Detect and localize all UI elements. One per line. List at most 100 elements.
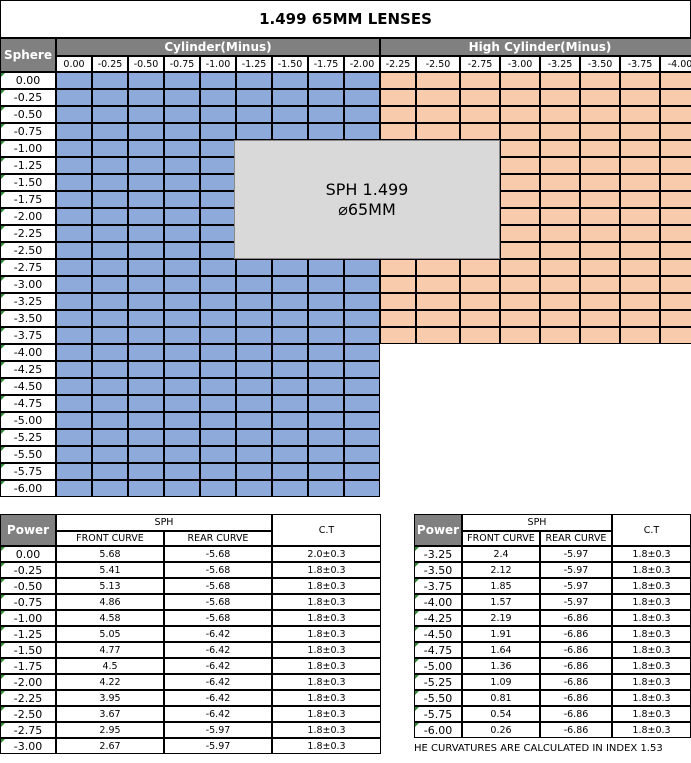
grid-cell: [500, 310, 540, 327]
grid-cell: [236, 446, 272, 463]
power-header: Power: [0, 514, 56, 546]
grid-cell: [128, 395, 164, 412]
grid-cell: [460, 310, 500, 327]
left-ct-cell: 1.8±0.3: [272, 578, 381, 594]
grid-cell: [128, 378, 164, 395]
grid-cell: [344, 463, 380, 480]
right-front-cell: 1.09: [462, 674, 540, 690]
right-front-cell: 1.57: [462, 594, 540, 610]
grid-cell: [56, 480, 92, 497]
grid-cell: [460, 293, 500, 310]
high-cylinder-col-label: -2.50: [416, 56, 460, 72]
grid-cell: [540, 310, 580, 327]
sphere-row-label: -4.75: [0, 395, 56, 412]
grid-cell: [164, 344, 200, 361]
right-ct-cell: 1.8±0.3: [612, 690, 691, 706]
grid-cell: [56, 293, 92, 310]
left-rear-cell: -6.42: [164, 658, 272, 674]
grid-cell: [540, 174, 580, 191]
left-ct-cell: 1.8±0.3: [272, 722, 381, 738]
sphere-row-label: -5.50: [0, 446, 56, 463]
sphere-row-label: -1.00: [0, 140, 56, 157]
grid-cell: [580, 327, 620, 344]
grid-cell: [620, 276, 660, 293]
grid-cell: [236, 429, 272, 446]
grid-cell: [500, 106, 540, 123]
grid-cell: [620, 157, 660, 174]
right-power-cell: -5.50: [414, 690, 462, 706]
grid-cell: [200, 208, 236, 225]
grid-cell: [200, 72, 236, 89]
left-ct-cell: 1.8±0.3: [272, 594, 381, 610]
grid-cell: [416, 310, 460, 327]
right-power-cell: -6.00: [414, 722, 462, 738]
grid-cell: [540, 191, 580, 208]
grid-cell: [272, 412, 308, 429]
grid-cell: [92, 344, 128, 361]
right-rear-cell: -6.86: [540, 610, 612, 626]
grid-cell: [580, 225, 620, 242]
grid-cell: [660, 72, 691, 89]
grid-cell: [200, 259, 236, 276]
right-power-cell: -4.75: [414, 642, 462, 658]
grid-cell: [92, 293, 128, 310]
grid-cell: [128, 344, 164, 361]
grid-cell: [460, 106, 500, 123]
left-power-cell: -0.75: [0, 594, 56, 610]
grid-cell: [56, 140, 92, 157]
left-ct-cell: 1.8±0.3: [272, 690, 381, 706]
grid-cell: [236, 123, 272, 140]
right-front-cell: 2.4: [462, 546, 540, 562]
grid-cell: [620, 259, 660, 276]
grid-cell: [164, 208, 200, 225]
grid-cell: [308, 89, 344, 106]
grid-cell: [56, 429, 92, 446]
grid-cell: [580, 123, 620, 140]
right-ct-cell: 1.8±0.3: [612, 706, 691, 722]
right-rear-cell: -6.86: [540, 674, 612, 690]
grid-cell: [500, 259, 540, 276]
right-front-cell: 0.26: [462, 722, 540, 738]
grid-cell: [500, 293, 540, 310]
grid-cell: [92, 395, 128, 412]
left-power-cell: -1.00: [0, 610, 56, 626]
left-rear-cell: -5.68: [164, 610, 272, 626]
grid-cell: [128, 480, 164, 497]
grid-cell: [308, 276, 344, 293]
left-ct-cell: 1.8±0.3: [272, 626, 381, 642]
grid-cell: [272, 123, 308, 140]
grid-cell: [540, 242, 580, 259]
grid-cell: [236, 412, 272, 429]
grid-cell: [128, 429, 164, 446]
right-power-cell: -4.25: [414, 610, 462, 626]
left-power-cell: -0.25: [0, 562, 56, 578]
grid-cell: [56, 344, 92, 361]
right-ct-cell: 1.8±0.3: [612, 722, 691, 738]
left-ct-cell: 1.8±0.3: [272, 658, 381, 674]
sphere-row-label: -5.75: [0, 463, 56, 480]
right-ct-cell: 1.8±0.3: [612, 610, 691, 626]
grid-cell: [56, 378, 92, 395]
grid-cell: [92, 429, 128, 446]
grid-cell: [580, 157, 620, 174]
grid-cell: [200, 106, 236, 123]
grid-cell: [200, 242, 236, 259]
right-front-cell: 1.91: [462, 626, 540, 642]
left-front-cell: 2.95: [56, 722, 164, 738]
sphere-row-label: -0.75: [0, 123, 56, 140]
grid-cell: [380, 106, 416, 123]
grid-cell: [580, 89, 620, 106]
grid-cell: [540, 140, 580, 157]
grid-cell: [580, 293, 620, 310]
grid-cell: [460, 327, 500, 344]
high-cylinder-col-label: -3.75: [620, 56, 660, 72]
grid-cell: [620, 327, 660, 344]
right-rear-cell: -6.86: [540, 626, 612, 642]
grid-cell: [272, 106, 308, 123]
grid-cell: [308, 123, 344, 140]
grid-cell: [580, 174, 620, 191]
right-front-cell: 2.12: [462, 562, 540, 578]
grid-cell: [164, 242, 200, 259]
grid-cell: [580, 259, 620, 276]
grid-cell: [200, 157, 236, 174]
